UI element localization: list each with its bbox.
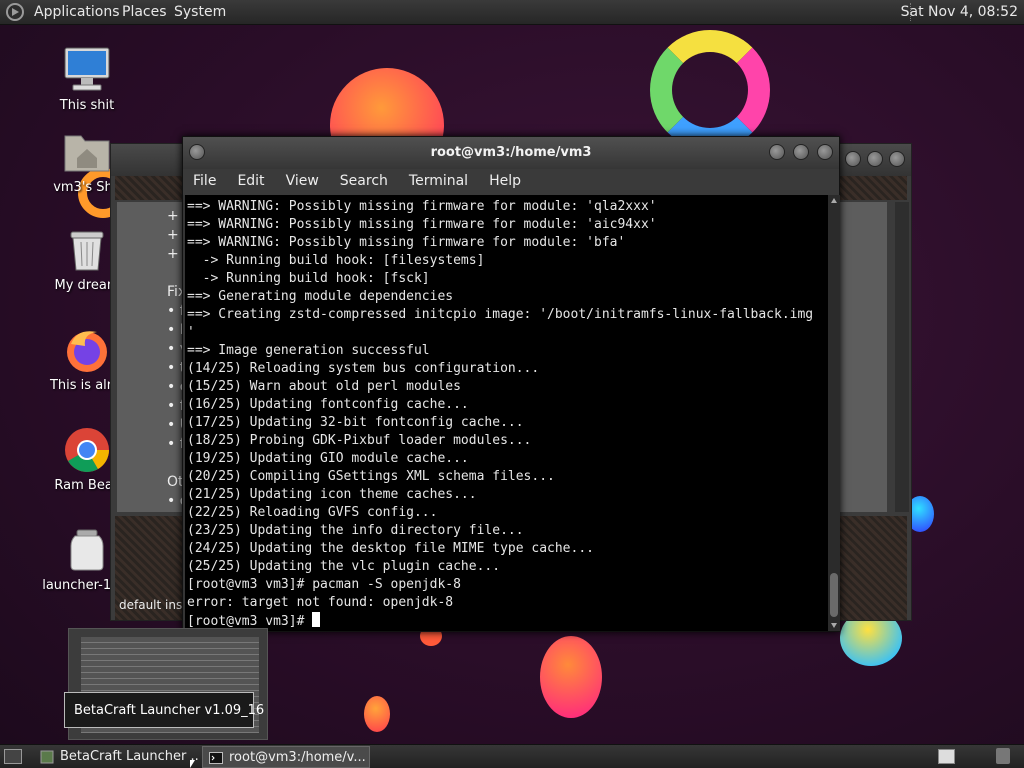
terminal-output[interactable]: ==> WARNING: Possibly missing firmware f… [185, 195, 828, 631]
terminal-line: ==> Image generation successful [187, 343, 430, 358]
computer-icon [63, 46, 111, 94]
terminal-prompt: [root@vm3 vm3]# [187, 614, 313, 629]
terminal-line: (16/25) Updating fontconfig cache... [187, 397, 469, 412]
workspace-switcher[interactable] [938, 749, 955, 764]
chrome-icon [63, 426, 111, 474]
menu-file[interactable]: File [193, 169, 227, 195]
firefox-icon [63, 326, 111, 374]
desktop-icon-label: This shit [59, 98, 115, 113]
terminal-line: (22/25) Reloading GVFS config... [187, 505, 438, 520]
terminal-line: (20/25) Compiling GSettings XML schema f… [187, 469, 555, 484]
terminal-line: ' [187, 325, 195, 340]
trash-applet-icon[interactable] [996, 748, 1010, 764]
menu-terminal[interactable]: Terminal [409, 169, 479, 195]
terminal-window-controls [769, 144, 833, 160]
scroll-up-arrow-icon[interactable] [831, 198, 837, 203]
scroll-down-arrow-icon[interactable] [831, 623, 837, 628]
terminal-scrollbar[interactable] [828, 195, 840, 631]
home-folder-icon [63, 128, 111, 176]
terminal-prompt-line[interactable]: [root@vm3 vm3]# [187, 612, 828, 630]
terminal-line: ==> WARNING: Possibly missing firmware f… [187, 199, 657, 214]
close-button[interactable] [889, 151, 905, 167]
clock[interactable]: Sat Nov 4, 08:52 [901, 4, 1018, 20]
taskbar-item-label: BetaCraft Launcher ... [60, 749, 200, 764]
menu-edit[interactable]: Edit [237, 169, 275, 195]
maximize-button[interactable] [793, 144, 809, 160]
terminal-icon [209, 751, 223, 765]
terminal-line: (17/25) Updating 32-bit fontconfig cache… [187, 415, 524, 430]
mouse-pointer-icon [190, 760, 195, 768]
taskbar-item-label: root@vm3:/home/v... [229, 750, 366, 765]
terminal-line: (15/25) Warn about old perl modules [187, 379, 461, 394]
menu-view[interactable]: View [286, 169, 330, 195]
terminal-window[interactable]: root@vm3:/home/vm3 File Edit View Search… [182, 136, 840, 632]
terminal-line: ==> Generating module dependencies [187, 289, 454, 304]
terminal-line: -> Running build hook: [filesystems] [187, 253, 485, 268]
taskbar-tooltip: BetaCraft Launcher v1.09_16 [64, 692, 264, 728]
terminal-line: (21/25) Updating icon theme caches... [187, 487, 477, 502]
terminal-line: (23/25) Updating the info directory file… [187, 523, 524, 538]
terminal-line: ==> WARNING: Possibly missing firmware f… [187, 217, 657, 232]
terminal-menubar: File Edit View Search Terminal Help [183, 169, 839, 195]
menu-places[interactable]: Places [122, 4, 167, 20]
changelog-scrollbar[interactable] [895, 202, 909, 512]
menu-applications[interactable]: Applications [34, 4, 120, 20]
wallpaper-ring [650, 30, 770, 150]
wallpaper-sphere-bottom [540, 636, 602, 718]
menu-search[interactable]: Search [340, 169, 399, 195]
top-panel: Applications Places System Sat Nov 4, 08… [0, 0, 1024, 25]
terminal-line: [root@vm3 vm3]# pacman -S openjdk-8 [187, 577, 461, 592]
terminal-line: ==> WARNING: Possibly missing firmware f… [187, 235, 626, 250]
terminal-title: root@vm3:/home/vm3 [430, 145, 592, 160]
terminal-line: (25/25) Updating the vlc plugin cache... [187, 559, 501, 574]
java-app-icon [40, 750, 54, 764]
terminal-titlebar[interactable]: root@vm3:/home/vm3 [183, 137, 839, 169]
bottom-panel: BetaCraft Launcher ... root@vm3:/home/v.… [0, 744, 1024, 768]
maximize-button[interactable] [867, 151, 883, 167]
terminal-line: (18/25) Probing GDK-Pixbuf loader module… [187, 433, 532, 448]
minimize-button[interactable] [769, 144, 785, 160]
scrollbar-thumb[interactable] [830, 573, 838, 617]
terminal-line: -> Running build hook: [fsck] [187, 271, 430, 286]
taskbar-item-betacraft[interactable]: BetaCraft Launcher ... [34, 746, 200, 768]
terminal-line: (19/25) Updating GIO module cache... [187, 451, 469, 466]
terminal-line: error: target not found: openjdk-8 [187, 595, 454, 610]
taskbar-item-terminal[interactable]: root@vm3:/home/v... [202, 746, 370, 768]
terminal-cursor [312, 612, 321, 627]
window-controls [845, 151, 905, 167]
trash-icon [63, 226, 111, 274]
close-button[interactable] [817, 144, 833, 160]
menu-help[interactable]: Help [489, 169, 532, 195]
distro-logo-icon[interactable] [6, 3, 24, 21]
desktop-icon-computer[interactable]: This shit [32, 46, 142, 113]
wallpaper-sphere-small [364, 696, 390, 732]
menu-system[interactable]: System [174, 4, 226, 20]
jar-file-icon [63, 526, 111, 574]
launcher-status-text: default ins [119, 598, 183, 612]
terminal-line: ==> Creating zstd-compressed initcpio im… [187, 307, 814, 322]
terminal-line: (24/25) Updating the desktop file MIME t… [187, 541, 594, 556]
terminal-line: (14/25) Reloading system bus configurati… [187, 361, 540, 376]
minimize-button[interactable] [845, 151, 861, 167]
show-desktop-button[interactable] [4, 749, 22, 764]
